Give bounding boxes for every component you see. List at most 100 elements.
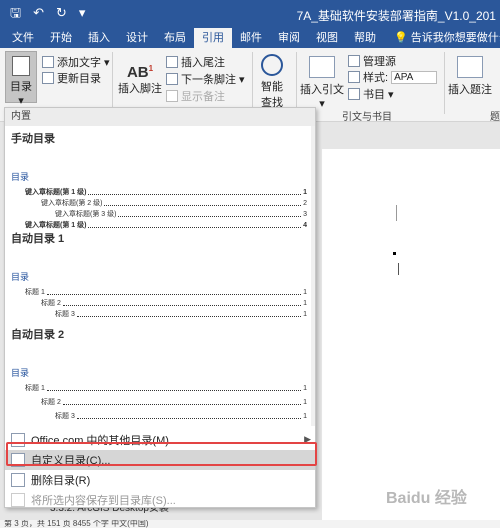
style-icon [348,71,360,83]
toc-preview-heading: 目录 [11,172,30,182]
update-toc-label: 更新目录 [57,73,101,85]
save-selection-menu-item[interactable]: 将所选内容保存到目录库(S)... [5,490,315,507]
next-footnote-button[interactable]: 下一条脚注 ▾ [166,71,245,87]
tab-layout[interactable]: 布局 [156,28,194,48]
insert-endnote-button[interactable]: 插入尾注 [166,54,225,70]
show-notes-label: 显示备注 [181,91,225,103]
add-text-icon [42,56,54,68]
add-text-label: 添加文字 [57,57,101,69]
insert-footnote-button[interactable]: AB1 插入脚注 [118,58,162,96]
citation-icon [309,56,335,78]
bibliography-button[interactable]: 书目 ▾ [348,86,394,102]
insert-endnote-label: 插入尾注 [181,57,225,69]
footnote-icon: AB1 [126,64,154,81]
tab-insert[interactable]: 插入 [80,28,118,48]
title-bar: 🖫 ↶ ↻ ▾ 7A_基础软件安装部署指南_V1.0_201 [0,0,500,28]
style-label: 样式: [363,72,389,84]
tab-home[interactable]: 开始 [42,28,80,48]
show-notes-icon [166,90,178,102]
tab-references[interactable]: 引用 [194,28,232,48]
crop-mark [396,205,402,221]
document-page[interactable] [322,149,500,520]
toc-preview-line: 标题 21 [41,399,307,406]
gallery-scrollbar[interactable] [311,126,315,426]
remove-toc-icon [11,473,25,487]
manage-sources-label: 管理源 [363,56,396,68]
status-bar: 第 3 页，共 151 页 8455 个字 中文(中国) [0,520,500,528]
toc-preview-heading: 目录 [11,368,30,378]
window-title: 7A_基础软件安装部署指南_V1.0_201 [296,9,496,23]
builtin-header: 内置 [5,108,315,126]
toc-button-label: 目录 ▾ [10,81,32,107]
insert-footnote-label: 插入脚注 [118,83,162,95]
insert-citation-button[interactable]: 插入引文▾ [300,56,344,110]
group-label-citations: 引文与书目 [342,112,392,123]
gallery-item-manual-toc[interactable]: 手动目录 目录 键入章标题(第 1 级) 1 键入章标题(第 2 级) 2 键入章标… [5,130,315,229]
update-toc-button[interactable]: 更新目录 [42,70,101,86]
paragraph-dot [393,252,396,255]
manage-sources-icon [348,55,360,67]
gallery-item-title: 自动目录 2 [11,329,65,341]
smart-lookup-label-1: 智能 [261,81,283,93]
magnifier-icon [261,54,283,76]
show-notes-button[interactable]: 显示备注 [166,88,225,104]
toc-preview-line: 标题 11 [25,289,307,296]
save-selection-icon [11,493,25,507]
toc-button[interactable]: 目录 ▾ [5,51,37,107]
style-select[interactable]: APA [391,70,438,84]
toc-preview-line: 键入章标题(第 1 级) 1 [25,189,307,196]
remove-toc-label: 删除目录(R) [31,475,91,487]
toc-preview-heading: 目录 [11,272,30,282]
tab-mailings[interactable]: 邮件 [232,28,270,48]
toc-preview-line: 标题 31 [55,311,307,318]
tell-me-label: 告诉我你想要做什么 [410,32,500,44]
separator [112,52,113,114]
ribbon-tabs: 文件 开始 插入 设计 布局 引用 邮件 审阅 视图 帮助 💡 告诉我你想要做什… [0,28,500,48]
undo-icon[interactable]: ↶ [33,5,44,21]
tab-design[interactable]: 设计 [118,28,156,48]
toc-preview-line: 标题 11 [25,385,307,392]
tab-file[interactable]: 文件 [4,28,42,48]
separator [296,52,297,114]
text-cursor [398,263,399,275]
gallery-item-auto-toc-2[interactable]: 自动目录 2 目录 标题 11 标题 21 标题 31 [5,326,315,424]
manage-sources-button[interactable]: 管理源 [348,53,396,69]
insert-caption-label: 插入题注 [448,84,492,96]
style-control[interactable]: 样式: APA [348,69,438,85]
highlight-box [6,442,317,466]
tab-view[interactable]: 视图 [308,28,346,48]
toc-preview-line: 标题 21 [41,300,307,307]
toc-preview-line: 键入章标题(第 2 级) 2 [41,200,307,207]
tell-me-box[interactable]: 💡 告诉我你想要做什么 [384,28,500,48]
caption-icon [457,56,483,78]
save-selection-label: 将所选内容保存到目录库(S)... [31,495,176,507]
smart-lookup-button[interactable]: 智能 查找 [256,54,288,110]
save-icon[interactable]: 🖫 [10,5,21,21]
remove-toc-menu-item[interactable]: 删除目录(R) [5,470,315,490]
toc-preview-line: 键入章标题(第 3 级) 3 [55,211,307,218]
watermark: Baidu 经验 [386,490,467,507]
separator [444,52,445,114]
update-toc-icon [42,72,54,84]
toc-icon [12,56,30,76]
endnote-icon [166,56,178,68]
gallery-item-title: 手动目录 [11,133,55,145]
next-footnote-icon [166,73,178,85]
insert-citation-label: 插入引文▾ [300,84,344,110]
lightbulb-icon: 💡 [394,32,408,44]
separator [252,52,253,114]
gallery-item-auto-toc-1[interactable]: 自动目录 1 目录 标题 11 标题 21 标题 31 [5,230,315,324]
redo-icon[interactable]: ↻ [56,5,67,21]
quick-access-toolbar: 🖫 ↶ ↻ ▾ [10,5,85,21]
insert-caption-button[interactable]: 插入题注 [448,56,492,97]
toc-preview-line: 键入章标题(第 1 级) 4 [25,222,307,229]
next-footnote-label: 下一条脚注 [181,74,236,86]
customize-qat-icon[interactable]: ▾ [79,5,86,21]
toc-preview-line: 标题 31 [55,413,307,420]
tab-help[interactable]: 帮助 [346,28,384,48]
toc-gallery: 手动目录 目录 键入章标题(第 1 级) 1 键入章标题(第 2 级) 2 键入章标… [5,126,315,426]
add-text-button[interactable]: 添加文字 ▾ [42,54,110,70]
tab-review[interactable]: 审阅 [270,28,308,48]
bibliography-label: 书目 [363,89,385,101]
gallery-item-title: 自动目录 1 [11,233,65,245]
